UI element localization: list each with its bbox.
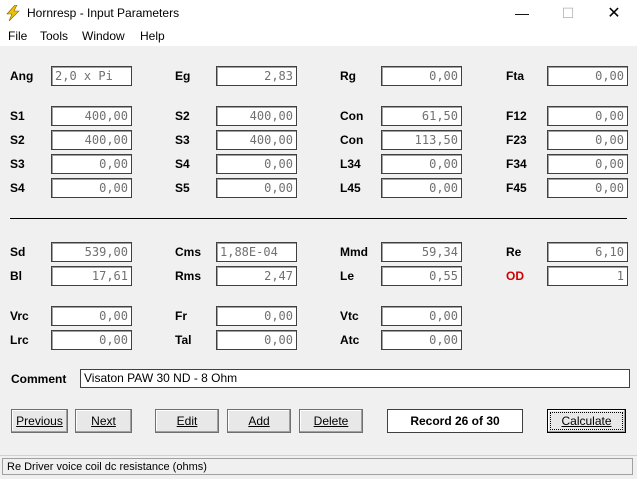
param-field-s2[interactable]: 400,00 xyxy=(51,130,132,150)
param-label-sd: Sd xyxy=(10,245,26,259)
param-label-con: Con xyxy=(340,133,364,147)
record-indicator: Record 26 of 30 xyxy=(387,409,523,433)
window-title: Hornresp - Input Parameters xyxy=(27,6,180,20)
maximize-button[interactable]: ☐ xyxy=(545,0,591,27)
close-button[interactable]: ✕ xyxy=(591,0,637,27)
param-field-con[interactable]: 113,50 xyxy=(381,130,462,150)
param-field-f12[interactable]: 0,00 xyxy=(547,106,628,126)
param-label-re: Re xyxy=(506,245,522,259)
param-label-f12: F12 xyxy=(506,109,527,123)
param-field-s4[interactable]: 0,00 xyxy=(51,178,132,198)
param-label-mmd: Mmd xyxy=(340,245,368,259)
param-field-tal[interactable]: 0,00 xyxy=(216,330,297,350)
next-button-label: Next xyxy=(91,414,116,428)
status-text: Re Driver voice coil dc resistance (ohms… xyxy=(2,458,633,475)
param-field-fta[interactable]: 0,00 xyxy=(547,66,628,86)
param-field-atc[interactable]: 0,00 xyxy=(381,330,462,350)
param-label-s4: S4 xyxy=(10,181,25,195)
param-label-vrc: Vrc xyxy=(10,309,29,323)
param-label-s3: S3 xyxy=(175,133,190,147)
param-field-rms[interactable]: 2,47 xyxy=(216,266,297,286)
param-label-eg: Eg xyxy=(175,69,191,83)
param-field-lrc[interactable]: 0,00 xyxy=(51,330,132,350)
param-field-vtc[interactable]: 0,00 xyxy=(381,306,462,326)
param-field-s5[interactable]: 0,00 xyxy=(216,178,297,198)
param-label-con: Con xyxy=(340,109,364,123)
delete-button-label: Delete xyxy=(313,414,349,428)
param-field-s4[interactable]: 0,00 xyxy=(216,154,297,174)
param-field-mmd[interactable]: 59,34 xyxy=(381,242,462,262)
param-field-eg[interactable]: 2,83 xyxy=(216,66,297,86)
param-label-od: OD xyxy=(506,269,524,283)
param-field-rg[interactable]: 0,00 xyxy=(381,66,462,86)
comment-label: Comment xyxy=(11,372,67,386)
param-label-s4: S4 xyxy=(175,157,190,171)
param-field-od[interactable]: 1 xyxy=(547,266,628,286)
param-label-l45: L45 xyxy=(340,181,361,195)
title-bar: Hornresp - Input Parameters — ☐ ✕ xyxy=(0,0,637,27)
menu-help[interactable]: Help xyxy=(140,29,165,43)
param-label-s1: S1 xyxy=(10,109,25,123)
menu-tools[interactable]: Tools xyxy=(40,29,68,43)
next-button[interactable]: Next xyxy=(75,409,132,433)
edit-button-label: Edit xyxy=(176,414,198,428)
param-field-f23[interactable]: 0,00 xyxy=(547,130,628,150)
param-label-tal: Tal xyxy=(175,333,192,347)
param-label-atc: Atc xyxy=(340,333,360,347)
param-label-s2: S2 xyxy=(10,133,25,147)
calculate-button[interactable]: Calculate xyxy=(547,409,626,433)
param-label-f23: F23 xyxy=(506,133,527,147)
add-button-label: Add xyxy=(248,414,270,428)
calculate-button-label: Calculate xyxy=(561,414,612,428)
param-label-l34: L34 xyxy=(340,157,361,171)
param-field-sd[interactable]: 539,00 xyxy=(51,242,132,262)
param-label-ang: Ang xyxy=(10,69,34,83)
param-label-s2: S2 xyxy=(175,109,190,123)
param-field-f45[interactable]: 0,00 xyxy=(547,178,628,198)
param-field-re[interactable]: 6,10 xyxy=(547,242,628,262)
status-bar: Re Driver voice coil dc resistance (ohms… xyxy=(0,455,637,479)
delete-button[interactable]: Delete xyxy=(299,409,363,433)
param-field-l34[interactable]: 0,00 xyxy=(381,154,462,174)
lightning-bolt-icon xyxy=(6,5,20,21)
param-label-bl: Bl xyxy=(10,269,22,283)
comment-input[interactable]: Visaton PAW 30 ND - 8 Ohm xyxy=(80,369,630,388)
menu-window[interactable]: Window xyxy=(82,29,125,43)
param-field-cms[interactable]: 1,88E-04 xyxy=(216,242,297,262)
param-field-con[interactable]: 61,50 xyxy=(381,106,462,126)
param-label-rms: Rms xyxy=(175,269,202,283)
param-field-vrc[interactable]: 0,00 xyxy=(51,306,132,326)
minimize-button[interactable]: — xyxy=(499,0,545,27)
param-label-vtc: Vtc xyxy=(340,309,359,323)
divider xyxy=(10,218,627,219)
param-field-fr[interactable]: 0,00 xyxy=(216,306,297,326)
param-label-rg: Rg xyxy=(340,69,356,83)
param-label-fr: Fr xyxy=(175,309,187,323)
previous-button-label: Previous xyxy=(16,414,63,428)
add-button[interactable]: Add xyxy=(227,409,291,433)
param-label-cms: Cms xyxy=(175,245,202,259)
param-label-s5: S5 xyxy=(175,181,190,195)
param-label-le: Le xyxy=(340,269,355,283)
menu-file[interactable]: File xyxy=(8,29,27,43)
menu-bar: File Tools Window Help xyxy=(0,27,637,47)
param-field-le[interactable]: 0,55 xyxy=(381,266,462,286)
param-field-ang[interactable]: 2,0 x Pi xyxy=(51,66,132,86)
previous-button[interactable]: Previous xyxy=(11,409,68,433)
param-label-lrc: Lrc xyxy=(10,333,29,347)
param-field-s2[interactable]: 400,00 xyxy=(216,106,297,126)
param-field-l45[interactable]: 0,00 xyxy=(381,178,462,198)
param-field-s3[interactable]: 400,00 xyxy=(216,130,297,150)
param-field-bl[interactable]: 17,61 xyxy=(51,266,132,286)
param-label-f45: F45 xyxy=(506,181,527,195)
param-label-s3: S3 xyxy=(10,157,25,171)
param-label-fta: Fta xyxy=(506,69,524,83)
param-field-f34[interactable]: 0,00 xyxy=(547,154,628,174)
param-label-f34: F34 xyxy=(506,157,527,171)
edit-button[interactable]: Edit xyxy=(155,409,219,433)
param-field-s1[interactable]: 400,00 xyxy=(51,106,132,126)
param-field-s3[interactable]: 0,00 xyxy=(51,154,132,174)
